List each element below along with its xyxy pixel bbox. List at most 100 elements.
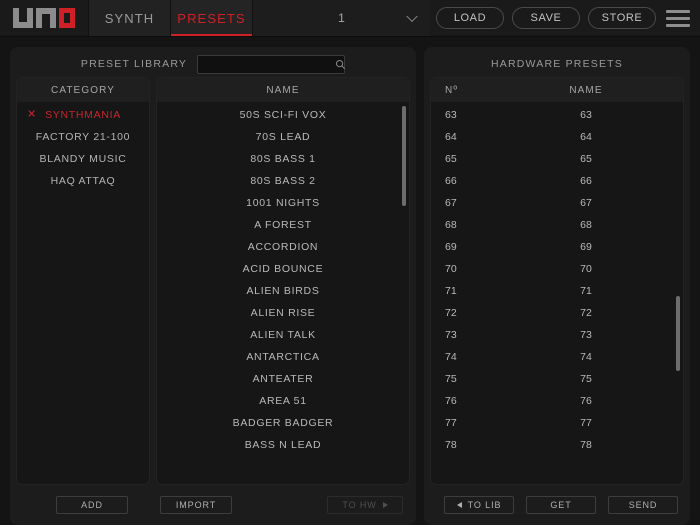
- hardware-table-row[interactable]: 78 78: [431, 434, 683, 456]
- preset-list-scrollbar[interactable]: [402, 106, 406, 480]
- hardware-table-row[interactable]: 73 73: [431, 324, 683, 346]
- hardware-table-row[interactable]: 76 76: [431, 390, 683, 412]
- hardware-table-row[interactable]: 68 68: [431, 214, 683, 236]
- send-button[interactable]: SEND: [608, 496, 678, 514]
- close-icon[interactable]: ✕: [27, 109, 37, 121]
- hardware-row-name: 70: [580, 263, 592, 275]
- hardware-row-name: 66: [580, 175, 592, 187]
- preset-list-item[interactable]: 80S BASS 2: [157, 170, 409, 192]
- hardware-row-name: 77: [580, 417, 592, 429]
- arrow-right-icon: [382, 502, 388, 508]
- category-item-label: SYNTHMANIA: [45, 109, 121, 121]
- chevron-down-icon: [406, 10, 418, 23]
- hardware-row-name: 71: [580, 285, 592, 297]
- hardware-row-name: 64: [580, 131, 592, 143]
- preset-list-item[interactable]: ANTEATER: [157, 368, 409, 390]
- tab-synth[interactable]: SYNTH: [88, 0, 170, 36]
- preset-name-list-items: 50S SCI-FI VOX 70S LEAD 80S BASS 1 80S BASS…: [157, 104, 409, 456]
- preset-list-item[interactable]: ANTARCTICA: [157, 346, 409, 368]
- import-button-label: IMPORT: [175, 500, 217, 510]
- preset-library-title: PRESET LIBRARY: [80, 58, 188, 70]
- hardware-table-row[interactable]: 69 69: [431, 236, 683, 258]
- hardware-table-row[interactable]: 72 72: [431, 302, 683, 324]
- to-library-button-label: TO LIB: [467, 500, 502, 510]
- preset-list-item[interactable]: ALIEN RISE: [157, 302, 409, 324]
- preset-list-item[interactable]: ALIEN TALK: [157, 324, 409, 346]
- to-hardware-button[interactable]: TO HW: [327, 496, 403, 514]
- hardware-row-number: 69: [445, 241, 457, 253]
- to-library-button[interactable]: TO LIB: [444, 496, 514, 514]
- preset-list-item[interactable]: 1001 NIGHTS: [157, 192, 409, 214]
- preset-list-item[interactable]: BASS N LEAD: [157, 434, 409, 456]
- preset-list-item[interactable]: AREA 51: [157, 390, 409, 412]
- hardware-list-items: 63 63 64 64 65 65 66 66 67 67 68 68 69 69 70 70 71 71 72 72…: [431, 104, 683, 456]
- hardware-table-row[interactable]: 77 77: [431, 412, 683, 434]
- preset-library-panel: PRESET LIBRARY CATEGORY ✕ SYNTHMANIA FACTO…: [10, 47, 416, 525]
- tab-presets[interactable]: PRESETS: [170, 0, 252, 36]
- hardware-list-scrollbar[interactable]: [676, 106, 680, 480]
- library-footer: ADD IMPORT TO HW: [10, 485, 416, 525]
- hardware-table-row[interactable]: 64 64: [431, 126, 683, 148]
- hardware-table-row[interactable]: 65 65: [431, 148, 683, 170]
- hardware-table-row[interactable]: 66 66: [431, 170, 683, 192]
- preset-list-scrollbar-thumb[interactable]: [402, 106, 406, 206]
- patch-selector[interactable]: 1: [252, 0, 430, 36]
- hardware-row-number: 75: [445, 373, 457, 385]
- get-button[interactable]: GET: [526, 496, 596, 514]
- hardware-table-row[interactable]: 74 74: [431, 346, 683, 368]
- hardware-row-name: 72: [580, 307, 592, 319]
- preset-list-item[interactable]: 80S BASS 1: [157, 148, 409, 170]
- save-button[interactable]: SAVE: [512, 7, 580, 29]
- uno-logo-icon: [13, 8, 75, 28]
- preset-list-item[interactable]: ACID BOUNCE: [157, 258, 409, 280]
- hardware-row-name: 78: [580, 439, 592, 451]
- hardware-row-number: 67: [445, 197, 457, 209]
- save-button-label: SAVE: [530, 12, 562, 24]
- hamburger-menu-icon[interactable]: [666, 9, 690, 27]
- preset-list-item[interactable]: BADGER BADGER: [157, 412, 409, 434]
- preset-list-item[interactable]: 70S LEAD: [157, 126, 409, 148]
- hardware-presets-header: HARDWARE PRESETS: [424, 47, 690, 77]
- name-column: NAME 50S SCI-FI VOX 70S LEAD 80S BASS 1 80S…: [156, 77, 410, 485]
- hardware-row-number: 74: [445, 351, 457, 363]
- hardware-row-name: 67: [580, 197, 592, 209]
- load-button[interactable]: LOAD: [436, 7, 504, 29]
- hardware-row-number: 77: [445, 417, 457, 429]
- hardware-table-row[interactable]: 70 70: [431, 258, 683, 280]
- category-item[interactable]: ✕ SYNTHMANIA: [17, 104, 149, 126]
- search-box[interactable]: [197, 54, 346, 74]
- add-button-label: ADD: [81, 500, 103, 510]
- tab-presets-label: PRESETS: [177, 10, 246, 26]
- top-button-group: LOAD SAVE STORE: [430, 0, 700, 36]
- category-item[interactable]: BLANDY MUSIC: [17, 148, 149, 170]
- search-input[interactable]: [203, 58, 336, 70]
- category-item-label: FACTORY 21-100: [35, 131, 131, 143]
- hardware-presets-title: HARDWARE PRESETS: [491, 58, 623, 70]
- hardware-row-name: 74: [580, 351, 592, 363]
- main-content: PRESET LIBRARY CATEGORY ✕ SYNTHMANIA FACTO…: [0, 37, 700, 525]
- hardware-table-row[interactable]: 75 75: [431, 368, 683, 390]
- get-button-label: GET: [550, 500, 572, 510]
- category-list[interactable]: ✕ SYNTHMANIA FACTORY 21-100 BLANDY MUSIC HAQ…: [17, 102, 149, 484]
- preset-list-item[interactable]: 50S SCI-FI VOX: [157, 104, 409, 126]
- hardware-row-number: 66: [445, 175, 457, 187]
- hardware-row-name: 65: [580, 153, 592, 165]
- category-item[interactable]: FACTORY 21-100: [17, 126, 149, 148]
- category-item[interactable]: HAQ ATTAQ: [17, 170, 149, 192]
- store-button[interactable]: STORE: [588, 7, 656, 29]
- preset-list-item[interactable]: A FOREST: [157, 214, 409, 236]
- tab-synth-label: SYNTH: [104, 10, 155, 26]
- add-button[interactable]: ADD: [56, 496, 128, 514]
- hardware-row-number: 63: [445, 109, 457, 121]
- import-button[interactable]: IMPORT: [160, 496, 232, 514]
- preset-list-item[interactable]: ACCORDION: [157, 236, 409, 258]
- hardware-list[interactable]: 63 63 64 64 65 65 66 66 67 67 68 68 69 69 70 70 71 71 72 72…: [431, 102, 683, 484]
- uno-logo: [0, 0, 88, 36]
- hardware-table-row[interactable]: 63 63: [431, 104, 683, 126]
- preset-name-list[interactable]: 50S SCI-FI VOX 70S LEAD 80S BASS 1 80S BASS…: [157, 102, 409, 484]
- hardware-list-scrollbar-thumb[interactable]: [676, 296, 680, 371]
- preset-list-item[interactable]: ALIEN BIRDS: [157, 280, 409, 302]
- hardware-row-name: 68: [580, 219, 592, 231]
- hardware-table-row[interactable]: 71 71: [431, 280, 683, 302]
- hardware-table-row[interactable]: 67 67: [431, 192, 683, 214]
